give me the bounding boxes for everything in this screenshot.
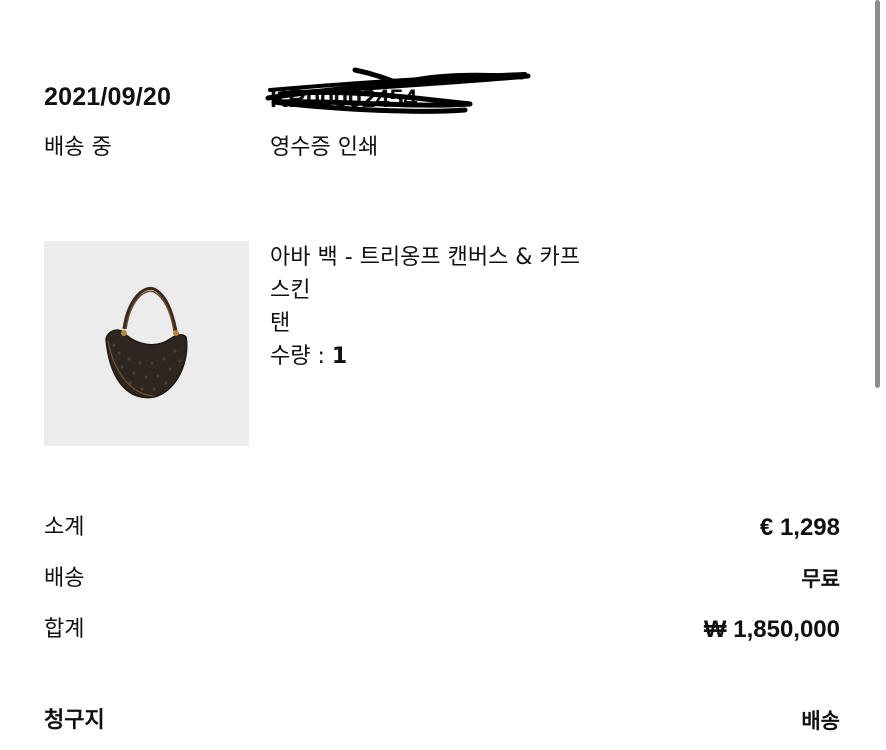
shipping-address-heading: 배송	[801, 709, 840, 733]
order-status: 배송 중	[44, 135, 112, 160]
quantity-label: 수량 :	[270, 344, 332, 369]
product-quantity: 수량 : 1	[270, 340, 347, 373]
shipping-value: 무료	[801, 567, 840, 591]
quantity-value: 1	[331, 344, 348, 369]
print-receipt-link[interactable]: 영수증 인쇄	[270, 133, 378, 163]
total-label: 합계	[44, 617, 85, 642]
redaction-scribble	[265, 67, 531, 114]
order-date: 2021/09/20	[44, 83, 172, 111]
bag-icon	[44, 241, 249, 446]
product-color: 탠	[270, 311, 291, 336]
product-name[interactable]: 아바 백 - 트리옹프 캔버스 & 카프스킨	[270, 241, 600, 307]
product-image[interactable]	[44, 241, 249, 446]
total-value: ₩ 1,850,000	[703, 616, 840, 643]
subtotal-label: 소계	[44, 515, 85, 540]
shipping-label: 배송	[44, 566, 85, 591]
scrollbar[interactable]	[875, 0, 880, 388]
subtotal-value: € 1,298	[759, 514, 840, 541]
billing-address-heading: 청구지	[44, 708, 105, 733]
